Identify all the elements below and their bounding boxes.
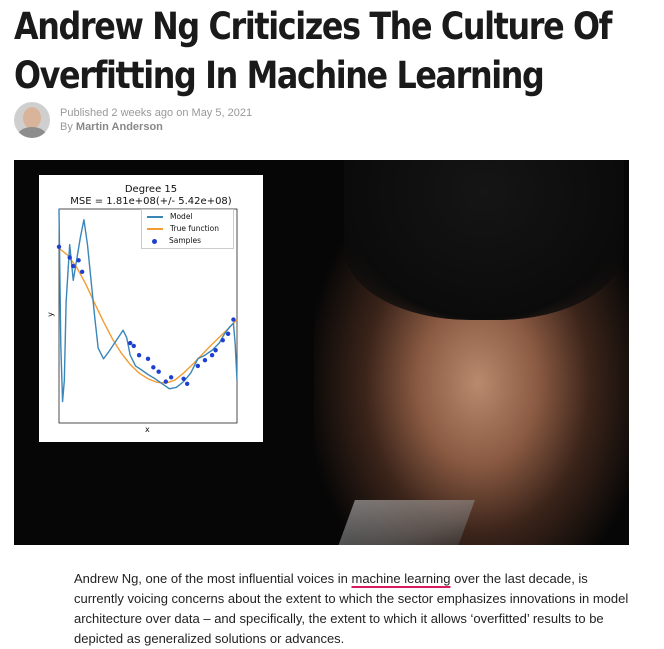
sample-point	[56, 244, 62, 250]
portrait-hair	[344, 160, 624, 320]
sample-point	[202, 358, 208, 363]
legend-label-model: Model	[170, 212, 193, 221]
sample-point	[220, 338, 225, 343]
body-intro: Andrew Ng, one of the most influential v…	[74, 571, 352, 586]
sample-point	[156, 369, 161, 374]
author-line: By Martin Anderson	[60, 120, 252, 134]
sample-point	[76, 258, 81, 263]
sample-point	[136, 353, 142, 358]
legend-label-samples: Samples	[169, 236, 202, 245]
sample-point	[128, 340, 133, 346]
sample-point	[67, 255, 72, 260]
legend-item-samples: Samples	[142, 235, 233, 247]
plot-legend: Model True function Samples	[141, 209, 234, 249]
hero-image: Degree 15 MSE = 1.81e+08(+/- 5.42e+08) x…	[14, 160, 629, 545]
overfitting-plot: Degree 15 MSE = 1.81e+08(+/- 5.42e+08) x…	[39, 175, 263, 442]
legend-swatch-samples	[152, 238, 157, 244]
sample-point	[231, 317, 236, 322]
byline: Published 2 weeks ago on May 5, 2021 By …	[14, 102, 252, 138]
sample-point	[213, 348, 218, 353]
legend-item-model: Model	[142, 211, 233, 223]
published-relative: 2 weeks ago	[111, 107, 174, 119]
sample-point	[181, 376, 186, 381]
plot-ylabel: y	[45, 312, 55, 317]
plot-xlabel: x	[145, 425, 150, 434]
sample-point	[225, 331, 231, 337]
article-body: Andrew Ng, one of the most influential v…	[74, 569, 634, 649]
sample-point	[151, 365, 156, 370]
sample-point	[71, 263, 76, 269]
article-headline: Andrew Ng Criticizes The Culture Of Over…	[14, 2, 613, 100]
published-on: on	[176, 107, 189, 119]
sample-point	[163, 379, 168, 384]
avatar-face	[23, 107, 41, 129]
published-date: May 5, 2021	[191, 107, 253, 119]
sample-point	[79, 269, 85, 274]
legend-label-true-function: True function	[170, 224, 219, 233]
sample-point	[131, 343, 136, 349]
portrait-collar	[333, 500, 475, 545]
by-label: By	[60, 121, 73, 133]
sample-point	[145, 356, 151, 361]
machine-learning-link[interactable]: machine learning	[351, 571, 450, 586]
legend-swatch-true-function	[147, 228, 163, 230]
sample-point	[195, 363, 201, 369]
legend-swatch-model	[147, 216, 163, 218]
headline-line-2: Overfitting In Machine Learning	[14, 54, 545, 97]
avatar-shoulders	[17, 127, 47, 138]
publish-info: Published 2 weeks ago on May 5, 2021	[60, 106, 252, 120]
headline-line-1: Andrew Ng Criticizes The Culture Of	[14, 5, 613, 48]
byline-meta: Published 2 weeks ago on May 5, 2021 By …	[60, 106, 252, 134]
author-name-link[interactable]: Martin Anderson	[76, 121, 163, 133]
sample-point	[209, 353, 215, 358]
sample-point	[168, 375, 174, 380]
legend-item-true-function: True function	[142, 223, 233, 235]
author-avatar[interactable]	[14, 102, 50, 138]
sample-point	[184, 381, 190, 386]
published-label: Published	[60, 107, 109, 119]
series-line-true-function	[58, 247, 238, 384]
